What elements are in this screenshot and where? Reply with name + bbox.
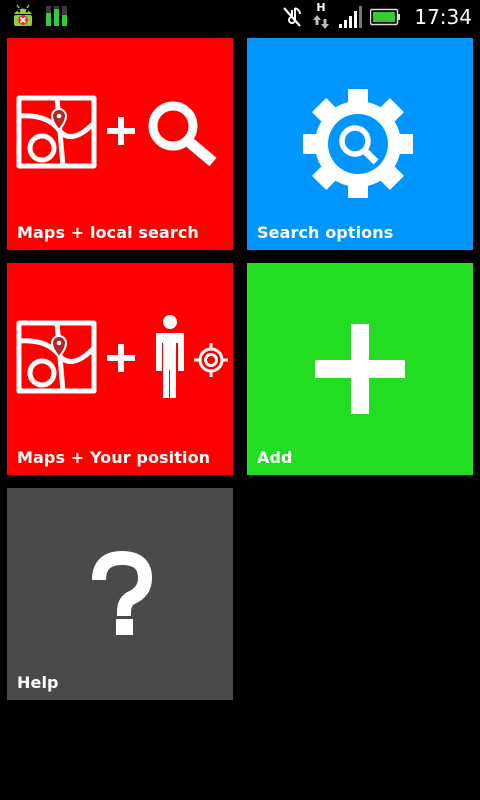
tile-search-options[interactable]: Search options [247,38,473,250]
map-plus-person-icon [16,315,228,398]
signal-icon [339,6,363,28]
android-debug-icon [14,4,32,26]
plus-icon [315,324,405,414]
clock: 17:34 [414,5,472,29]
map-plus-search-icon [16,95,217,169]
tile-maps-your-position[interactable]: Maps + Your position [7,263,233,475]
tile-add[interactable]: Add [247,263,473,475]
gear-search-icon [303,89,413,198]
equalizer-icon [46,6,67,26]
status-bar-system: H 17:34 [280,1,472,31]
status-bar: H 17:34 [0,0,480,33]
status-bar-notifications [10,4,70,28]
tile-label: Maps + local search [17,223,199,242]
tile-help[interactable]: Help [7,488,233,700]
network-type: H [316,1,326,14]
tile-label: Search options [257,223,394,242]
tile-maps-local-search[interactable]: Maps + local search [7,38,233,250]
mute-icon [283,7,302,27]
question-mark-icon [92,550,153,635]
tile-label: Maps + Your position [17,448,211,467]
battery-icon [370,8,401,26]
tile-label: Add [257,448,293,467]
tile-label: Help [17,673,59,692]
data-transfer-icon: H [312,1,330,31]
